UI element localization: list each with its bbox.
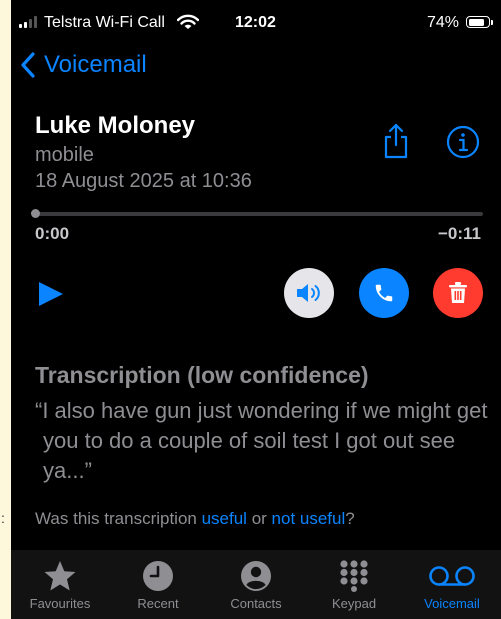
info-button[interactable] <box>446 125 480 159</box>
tab-recent[interactable]: Recent <box>109 550 207 619</box>
status-bar: Telstra Wi-Fi Call 12:02 74% <box>11 10 501 36</box>
tab-contacts[interactable]: Contacts <box>207 550 305 619</box>
number-type: mobile <box>35 144 94 166</box>
remaining-time: −0:11 <box>437 224 481 243</box>
feedback-prefix: Was this transcription <box>35 509 202 528</box>
tab-label: Recent <box>137 596 179 611</box>
tab-label: Voicemail <box>424 596 480 611</box>
carrier-name: Telstra Wi-Fi Call <box>44 14 165 31</box>
tab-label: Favourites <box>29 596 91 611</box>
cellular-signal-icon <box>19 16 39 28</box>
elapsed-time: 0:00 <box>35 224 70 243</box>
wifi-icon <box>176 13 200 36</box>
battery-tip <box>491 20 493 25</box>
tab-label: Contacts <box>230 596 282 611</box>
useful-link[interactable]: useful <box>202 509 247 528</box>
voicemail-icon <box>429 566 475 586</box>
feedback-middle: or <box>246 509 272 528</box>
clock-icon <box>143 561 173 591</box>
transcription-text: “I also have gun just wondering if we mi… <box>35 398 488 483</box>
star-icon <box>44 561 76 591</box>
transcription-feedback: Was this transcription useful or not use… <box>35 509 355 529</box>
keypad-icon <box>340 560 368 592</box>
share-button[interactable] <box>381 123 411 159</box>
side-colon-glyph: : <box>1 510 5 526</box>
feedback-suffix: ? <box>345 509 355 528</box>
playback-track[interactable] <box>35 212 483 216</box>
tab-label: Keypad <box>331 596 377 611</box>
info-icon <box>446 125 480 159</box>
battery-icon <box>466 16 490 28</box>
caller-name: Luke Moloney <box>35 112 196 139</box>
phone-screen: Telstra Wi-Fi Call 12:02 74% Voicemail L… <box>11 0 501 619</box>
playback-scrubber-handle[interactable] <box>31 209 40 218</box>
not-useful-link[interactable]: not useful <box>272 509 346 528</box>
voicemail-date: 18 August 2025 at 10:36 <box>35 170 252 192</box>
tab-favourites[interactable]: Favourites <box>11 550 109 619</box>
speaker-button[interactable] <box>284 268 334 318</box>
play-button[interactable] <box>37 280 65 308</box>
trash-icon <box>449 282 467 303</box>
speaker-icon <box>297 284 320 302</box>
chevron-left-icon <box>21 52 35 78</box>
battery-percentage: 74% <box>427 14 460 31</box>
transcription-title: Transcription (low confidence) <box>35 362 369 388</box>
play-icon <box>39 282 63 306</box>
back-label: Voicemail <box>44 51 147 78</box>
delete-button[interactable] <box>433 268 483 318</box>
status-time: 12:02 <box>235 14 276 31</box>
person-icon <box>241 561 271 591</box>
phone-icon <box>375 284 393 302</box>
call-back-button[interactable] <box>359 268 409 318</box>
tab-keypad[interactable]: Keypad <box>305 550 403 619</box>
back-button[interactable]: Voicemail <box>20 48 147 82</box>
tab-voicemail[interactable]: Voicemail <box>403 550 501 619</box>
share-icon <box>384 123 408 159</box>
tab-bar: Favourites Recent Contacts Keypad Voicem… <box>11 550 501 619</box>
